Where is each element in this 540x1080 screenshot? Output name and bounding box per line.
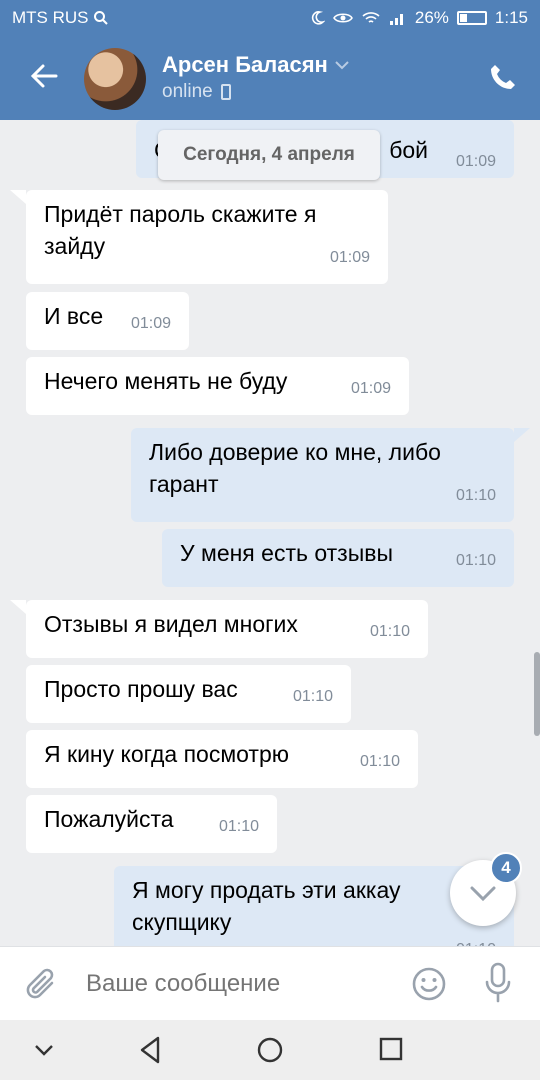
- message-time: 01:09: [455, 153, 496, 170]
- battery-icon: [456, 11, 487, 25]
- carrier-label: MTS RUS: [12, 8, 89, 27]
- attach-icon[interactable]: [24, 965, 60, 1003]
- message-text: Отзывы я видел многих: [44, 611, 298, 637]
- message-text: Просто прошу вас: [44, 676, 238, 702]
- signal-icon: [389, 14, 403, 25]
- message-time: 01:09: [130, 315, 171, 332]
- message-time: 01:10: [218, 818, 259, 835]
- message-text: Пожалуйста: [44, 806, 174, 832]
- message-time: 01:09: [329, 249, 370, 266]
- chevron-down-icon: [335, 61, 349, 70]
- message-text: Придёт пароль скажите я: [44, 201, 317, 227]
- message-time: 01:10: [292, 688, 333, 705]
- date-separator: Сегодня, 4 апреля: [158, 130, 380, 180]
- message-in[interactable]: Пожалуйста 01:10: [26, 795, 277, 853]
- message-text: Нечего менять не буду: [44, 368, 288, 394]
- mobile-icon: [220, 84, 231, 100]
- message-time: 01:09: [350, 380, 391, 397]
- message-out[interactable]: У меня есть отзывы 01:10: [162, 529, 514, 587]
- app-bar: MTS RUS 26% 1:15 Арсен Баласян online: [0, 0, 540, 120]
- message-in[interactable]: Просто прошу вас 01:10: [26, 665, 351, 723]
- message-text: зайду: [44, 233, 106, 259]
- message-text: гарант: [149, 471, 219, 497]
- message-text: бой: [389, 137, 428, 163]
- message-in[interactable]: Нечего менять не буду 01:09: [26, 357, 409, 415]
- nav-home-icon[interactable]: [256, 1036, 284, 1064]
- message-time: 01:10: [359, 753, 400, 770]
- system-nav-bar: [0, 1020, 540, 1080]
- message-text: Либо доверие ко мне, либо: [149, 439, 441, 465]
- message-in[interactable]: Отзывы я видел многих 01:10: [10, 600, 428, 658]
- nav-back-icon[interactable]: [136, 1034, 164, 1066]
- message-time: 01:10: [456, 934, 496, 946]
- message-text: Я могу продать эти аккау: [132, 877, 401, 903]
- presence-status: online: [162, 81, 231, 103]
- nav-recent-icon[interactable]: [378, 1036, 404, 1062]
- scrollbar[interactable]: [534, 652, 540, 736]
- composer: [0, 946, 540, 1020]
- back-arrow-icon[interactable]: [28, 60, 60, 92]
- moon-icon: [311, 11, 325, 25]
- mic-icon[interactable]: [482, 961, 514, 1005]
- unread-badge: 4: [490, 852, 522, 884]
- wifi-icon: [362, 12, 380, 23]
- message-in[interactable]: Я кину когда посмотрю 01:10: [26, 730, 418, 788]
- contact-name: Арсен Баласян: [162, 52, 328, 77]
- message-text: Я кину когда посмотрю: [44, 741, 289, 767]
- nav-collapse-icon[interactable]: [32, 1040, 56, 1060]
- emoji-icon[interactable]: [410, 965, 448, 1003]
- status-text: online: [162, 81, 213, 102]
- message-time: 01:10: [369, 623, 410, 640]
- message-text: скупщику: [132, 909, 232, 935]
- message-text: И все: [44, 303, 104, 329]
- message-out[interactable]: Либо доверие ко мне, либо гарант 01:10: [131, 428, 530, 522]
- search-icon: [93, 11, 108, 25]
- call-icon[interactable]: [488, 62, 518, 92]
- chat-title[interactable]: Арсен Баласян: [162, 52, 350, 78]
- avatar[interactable]: [84, 48, 146, 110]
- message-input[interactable]: [78, 961, 398, 1007]
- message-text: У меня есть отзывы: [180, 540, 393, 566]
- battery-percent: 26%: [414, 8, 449, 27]
- eye-icon: [332, 13, 353, 23]
- status-bar: MTS RUS 26% 1:15: [0, 0, 540, 36]
- message-time: 01:10: [455, 552, 496, 569]
- message-list[interactable]: С бой 01:09 Сегодня, 4 апреля Придёт пар…: [0, 120, 540, 946]
- clock: 1:15: [494, 8, 528, 27]
- message-in[interactable]: И все 01:09: [26, 292, 189, 350]
- message-time: 01:10: [455, 487, 496, 504]
- message-in[interactable]: Придёт пароль скажите я зайду 01:09: [10, 190, 388, 284]
